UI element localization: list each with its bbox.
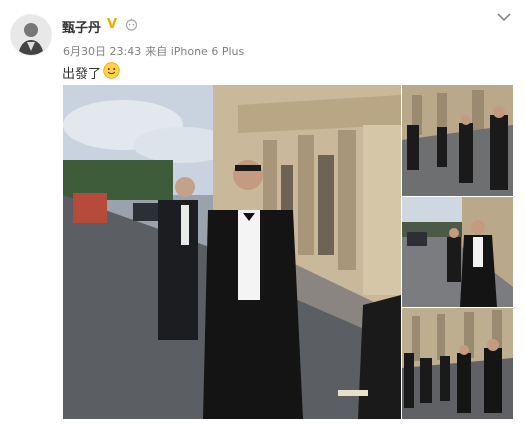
chevron-down-icon[interactable] xyxy=(497,12,511,22)
post-text: 出發了 xyxy=(62,67,102,82)
photo-thumbnail-1[interactable] xyxy=(402,85,513,196)
photo-thumbnail-2[interactable] xyxy=(402,197,513,307)
avatar[interactable] xyxy=(10,14,52,56)
post-timestamp[interactable]: 6月30日 23:43 xyxy=(63,45,141,58)
robot-badge-icon[interactable] xyxy=(125,18,138,31)
post-source: 来自 iPhone 6 Plus xyxy=(145,45,245,58)
verified-icon[interactable]: V xyxy=(107,17,117,32)
weibo-post-card: 甄子丹 V 6月30日 23:43 来自 iPhone 6 Plus 出發了 xyxy=(0,0,525,424)
username[interactable]: 甄子丹 xyxy=(62,17,101,36)
smile-emoji-icon xyxy=(103,62,120,79)
post-meta: 6月30日 23:43 来自 iPhone 6 Plus xyxy=(63,43,244,59)
photo-thumbnail-3[interactable] xyxy=(402,308,513,419)
main-photo[interactable] xyxy=(63,85,401,419)
